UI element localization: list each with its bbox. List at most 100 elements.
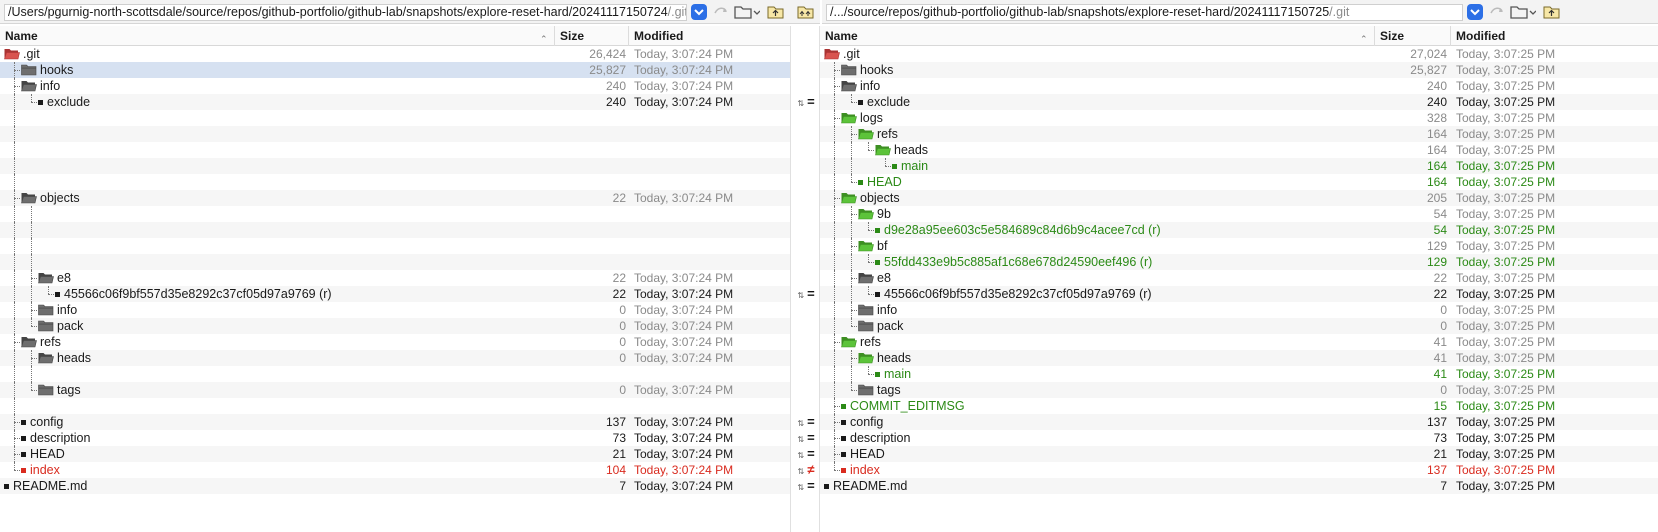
left-pane[interactable]: Name ⌃ Size Modified .git 26,424 Today, 3:…: [0, 26, 790, 532]
tree-row[interactable]: index 137 Today, 3:07:25 PM: [820, 462, 1658, 478]
item-size: 7: [1440, 479, 1447, 493]
modified-column-header[interactable]: Modified: [1451, 26, 1658, 46]
compare-result-mark: =: [807, 286, 815, 301]
left-browse-button[interactable]: [734, 4, 761, 20]
tree-row[interactable]: heads 41 Today, 3:07:25 PM: [820, 350, 1658, 366]
right-path-bar: /.../source/repos/github-portfolio/githu…: [822, 0, 1658, 24]
tree-row[interactable]: pack 0 Today, 3:07:25 PM: [820, 318, 1658, 334]
tree-guide-line: [31, 286, 32, 302]
tree-guide-line: [868, 254, 869, 262]
tree-guide-line: [14, 222, 15, 238]
modified-column-header[interactable]: Modified: [629, 26, 790, 46]
tree-branch-line: [834, 118, 840, 119]
left-up-button[interactable]: [766, 4, 786, 20]
tree-row[interactable]: 55fdd433e9b5c885af1c68e678d24590eef496 (…: [820, 254, 1658, 270]
file-bullet-icon: [38, 100, 43, 105]
right-swap-button[interactable]: [1488, 4, 1508, 20]
tree-row[interactable]: pack 0 Today, 3:07:24 PM: [0, 318, 790, 334]
tree-row[interactable]: refs 0 Today, 3:07:24 PM: [0, 334, 790, 350]
left-path-dropdown[interactable]: [691, 4, 707, 20]
tree-row[interactable]: 45566c06f9bf557d35e8292c37cf05d97a9769 (…: [820, 286, 1658, 302]
tree-row[interactable]: tags 0 Today, 3:07:25 PM: [820, 382, 1658, 398]
tree-row[interactable]: HEAD 164 Today, 3:07:25 PM: [820, 174, 1658, 190]
tree-row[interactable]: tags 0 Today, 3:07:24 PM: [0, 382, 790, 398]
compare-arrows-icon: ⇅: [797, 483, 805, 492]
compare-marker[interactable]: ⇅ =: [791, 286, 821, 302]
tree-guide-line: [14, 398, 15, 414]
right-pane[interactable]: Name ⌃ Size Modified .git 27,024 Today, 3:…: [820, 26, 1658, 532]
tree-row[interactable]: HEAD 21 Today, 3:07:25 PM: [820, 446, 1658, 462]
item-modified: Today, 3:07:25 PM: [1456, 255, 1556, 269]
item-name: description: [850, 431, 911, 445]
left-sync-button[interactable]: [796, 4, 816, 20]
compare-marker[interactable]: ⇅ =: [791, 430, 821, 446]
tree-row[interactable]: d9e28a95ee603c5e584689c84d6b9c4acee7cd (…: [820, 222, 1658, 238]
tree-row[interactable]: config 137 Today, 3:07:24 PM: [0, 414, 790, 430]
compare-marker[interactable]: ⇅ ≠: [791, 462, 821, 478]
tree-row[interactable]: .git 26,424 Today, 3:07:24 PM: [0, 46, 790, 62]
right-path-prefix: /.../source/repos/github-portfolio/githu…: [830, 5, 1330, 19]
right-path-dropdown[interactable]: [1467, 4, 1483, 20]
tree-row[interactable]: refs 164 Today, 3:07:25 PM: [820, 126, 1658, 142]
tree-row[interactable]: heads 164 Today, 3:07:25 PM: [820, 142, 1658, 158]
tree-row[interactable]: hooks 25,827 Today, 3:07:24 PM: [0, 62, 790, 78]
compare-result-mark: =: [807, 478, 815, 493]
placeholder-row: [0, 238, 790, 254]
tree-row[interactable]: description 73 Today, 3:07:25 PM: [820, 430, 1658, 446]
tree-row[interactable]: 45566c06f9bf557d35e8292c37cf05d97a9769 (…: [0, 286, 790, 302]
tree-row[interactable]: info 0 Today, 3:07:25 PM: [820, 302, 1658, 318]
name-column-header[interactable]: Name ⌃: [820, 26, 1375, 46]
left-path-input[interactable]: /Users/pgurnig-north-scottsdale/source/r…: [4, 4, 687, 21]
compare-marker[interactable]: ⇅ =: [791, 94, 821, 110]
tree-row[interactable]: objects 205 Today, 3:07:25 PM: [820, 190, 1658, 206]
tree-row[interactable]: 9b 54 Today, 3:07:25 PM: [820, 206, 1658, 222]
tree-row[interactable]: README.md 7 Today, 3:07:25 PM: [820, 478, 1658, 494]
right-browse-button[interactable]: [1510, 4, 1537, 20]
tree-row[interactable]: main 164 Today, 3:07:25 PM: [820, 158, 1658, 174]
tree-row[interactable]: info 0 Today, 3:07:24 PM: [0, 302, 790, 318]
right-path-input[interactable]: /.../source/repos/github-portfolio/githu…: [826, 4, 1463, 21]
left-swap-button[interactable]: [712, 4, 732, 20]
tree-guide-line: [834, 318, 835, 334]
right-up-button[interactable]: [1542, 4, 1562, 20]
compare-marker[interactable]: ⇅ =: [791, 446, 821, 462]
item-size: 26,424: [589, 47, 626, 61]
item-modified: Today, 3:07:25 PM: [1456, 207, 1556, 221]
tree-row[interactable]: heads 0 Today, 3:07:24 PM: [0, 350, 790, 366]
file-bullet-icon: [858, 100, 863, 105]
item-name: COMMIT_EDITMSG: [850, 399, 965, 413]
tree-row[interactable]: info 240 Today, 3:07:24 PM: [0, 78, 790, 94]
tree-row[interactable]: hooks 25,827 Today, 3:07:25 PM: [820, 62, 1658, 78]
tree-row[interactable]: COMMIT_EDITMSG 15 Today, 3:07:25 PM: [820, 398, 1658, 414]
folder-open-icon: [858, 272, 874, 284]
tree-row[interactable]: e8 22 Today, 3:07:25 PM: [820, 270, 1658, 286]
compare-marker[interactable]: ⇅ =: [791, 478, 821, 494]
tree-row[interactable]: .git 27,024 Today, 3:07:25 PM: [820, 46, 1658, 62]
size-column-header[interactable]: Size: [555, 26, 629, 46]
item-modified: Today, 3:07:25 PM: [1456, 303, 1556, 317]
tree-row[interactable]: description 73 Today, 3:07:24 PM: [0, 430, 790, 446]
tree-row[interactable]: exclude 240 Today, 3:07:24 PM: [0, 94, 790, 110]
tree-guide-line: [31, 222, 32, 238]
tree-row[interactable]: exclude 240 Today, 3:07:25 PM: [820, 94, 1658, 110]
tree-row[interactable]: README.md 7 Today, 3:07:24 PM: [0, 478, 790, 494]
tree-row[interactable]: e8 22 Today, 3:07:24 PM: [0, 270, 790, 286]
item-modified: Today, 3:07:24 PM: [634, 463, 734, 477]
tree-row[interactable]: index 104 Today, 3:07:24 PM: [0, 462, 790, 478]
tree-row[interactable]: refs 41 Today, 3:07:25 PM: [820, 334, 1658, 350]
file-bullet-icon: [875, 372, 880, 377]
tree-row[interactable]: bf 129 Today, 3:07:25 PM: [820, 238, 1658, 254]
tree-row[interactable]: config 137 Today, 3:07:25 PM: [820, 414, 1658, 430]
tree-row[interactable]: main 41 Today, 3:07:25 PM: [820, 366, 1658, 382]
tree-row[interactable]: objects 22 Today, 3:07:24 PM: [0, 190, 790, 206]
tree-row[interactable]: logs 328 Today, 3:07:25 PM: [820, 110, 1658, 126]
tree-row[interactable]: HEAD 21 Today, 3:07:24 PM: [0, 446, 790, 462]
tree-row[interactable]: info 240 Today, 3:07:25 PM: [820, 78, 1658, 94]
file-bullet-icon: [841, 468, 846, 473]
size-column-header[interactable]: Size: [1375, 26, 1451, 46]
file-bullet-icon: [824, 484, 829, 489]
compare-marker[interactable]: ⇅ =: [791, 414, 821, 430]
folder-open-icon: [21, 336, 37, 348]
tree-branch-line: [834, 86, 840, 87]
name-column-header[interactable]: Name ⌃: [0, 26, 555, 46]
